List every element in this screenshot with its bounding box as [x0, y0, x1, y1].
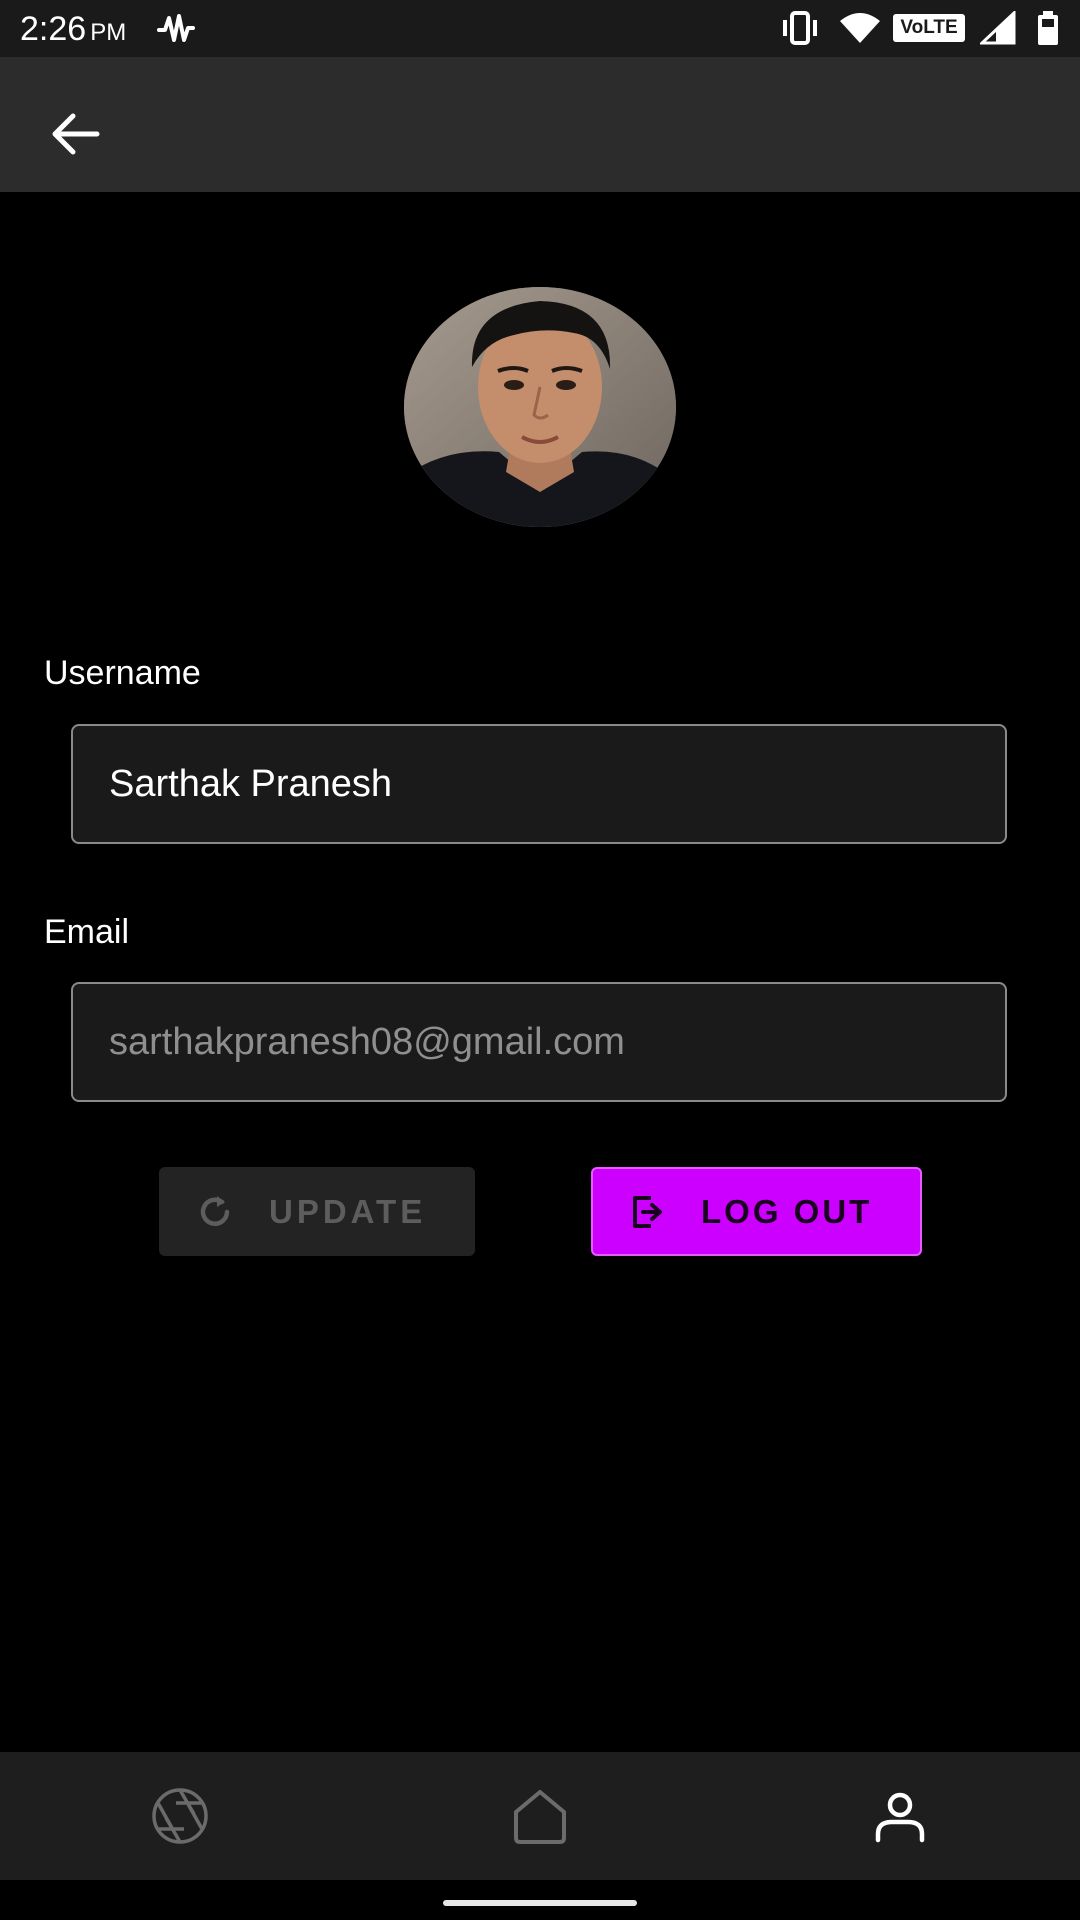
- update-button[interactable]: UPDATE: [159, 1167, 475, 1256]
- gesture-handle[interactable]: [443, 1900, 637, 1906]
- update-label: UPDATE: [269, 1192, 427, 1230]
- logout-label: LOG OUT: [701, 1192, 873, 1230]
- email-value: sarthakpranesh08@gmail.com: [109, 1020, 625, 1063]
- status-time-value: 2:26: [20, 10, 87, 48]
- vibrate-icon: [783, 11, 817, 45]
- signal-icon: [980, 11, 1016, 45]
- username-value: Sarthak Pranesh: [109, 762, 393, 805]
- back-button[interactable]: [38, 97, 112, 171]
- email-field[interactable]: sarthakpranesh08@gmail.com: [71, 982, 1007, 1102]
- nav-item-capture[interactable]: [0, 1752, 360, 1880]
- status-ampm: PM: [90, 19, 127, 46]
- wifi-icon: [840, 13, 880, 43]
- bottom-nav: [0, 1752, 1080, 1880]
- home-icon: [514, 1790, 566, 1844]
- nav-item-profile[interactable]: [720, 1752, 1080, 1880]
- username-field[interactable]: Sarthak Pranesh: [71, 724, 1007, 844]
- pulse-icon: [157, 14, 195, 42]
- logout-button[interactable]: LOG OUT: [591, 1167, 922, 1256]
- status-bar: 2:26 PM VoLTE: [0, 0, 1080, 57]
- email-label: Email: [44, 913, 130, 951]
- logout-icon: [633, 1195, 662, 1228]
- status-time: 2:26 PM: [20, 7, 126, 55]
- app-bar: [0, 57, 1080, 192]
- username-label: Username: [44, 654, 201, 692]
- user-icon: [875, 1792, 925, 1843]
- arrow-left-icon: [52, 113, 100, 155]
- avatar: [404, 287, 676, 527]
- volte-badge: VoLTE: [893, 14, 965, 42]
- avatar-photo: [404, 287, 676, 527]
- battery-icon: [1038, 11, 1058, 45]
- aperture-icon: [152, 1788, 208, 1844]
- nav-item-home[interactable]: [360, 1752, 720, 1880]
- refresh-icon: [200, 1195, 230, 1226]
